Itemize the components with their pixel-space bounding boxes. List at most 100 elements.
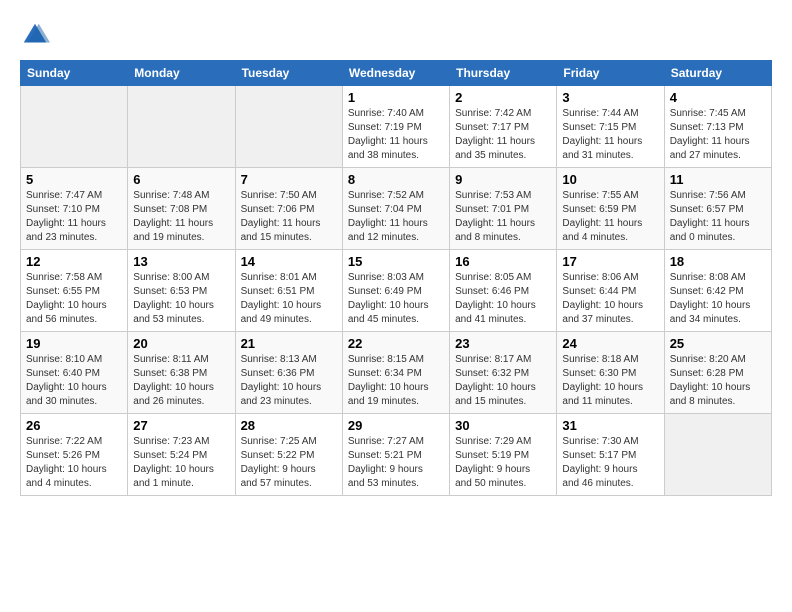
day-number: 15 xyxy=(348,254,444,269)
day-number: 11 xyxy=(670,172,766,187)
calendar-cell: 3 Sunrise: 7:44 AM Sunset: 7:15 PM Daylig… xyxy=(557,86,664,168)
weekday-saturday: Saturday xyxy=(664,61,771,86)
day-number: 18 xyxy=(670,254,766,269)
day-number: 22 xyxy=(348,336,444,351)
day-info: Sunrise: 8:11 AM Sunset: 6:38 PM Dayligh… xyxy=(133,353,229,409)
calendar-cell: 28 Sunrise: 7:25 AM Sunset: 5:22 PM Dayli… xyxy=(235,414,342,496)
day-info: Sunrise: 7:45 AM Sunset: 7:13 PM Dayligh… xyxy=(670,107,766,163)
calendar-cell: 18Sunrise: 8:08 AM Sunset: 6:42 PM Dayli… xyxy=(664,250,771,332)
day-number: 25 xyxy=(670,336,766,351)
calendar-cell: 2 Sunrise: 7:42 AM Sunset: 7:17 PM Daylig… xyxy=(450,86,557,168)
day-number: 28 xyxy=(241,418,337,433)
day-number: 20 xyxy=(133,336,229,351)
day-number: 3 xyxy=(562,90,658,105)
day-number: 14 xyxy=(241,254,337,269)
calendar-cell: 24 Sunrise: 8:18 AM Sunset: 6:30 PM Dayli… xyxy=(557,332,664,414)
day-info: Sunrise: 8:00 AM Sunset: 6:53 PM Dayligh… xyxy=(133,271,229,327)
weekday-header: SundayMondayTuesdayWednesdayThursdayFrid… xyxy=(21,61,772,86)
day-number: 12 xyxy=(26,254,122,269)
day-info: Sunrise: 7:23 AM Sunset: 5:24 PM Dayligh… xyxy=(133,435,229,491)
day-number: 2 xyxy=(455,90,551,105)
day-number: 23 xyxy=(455,336,551,351)
calendar-cell: 14 Sunrise: 8:01 AM Sunset: 6:51 PM Dayli… xyxy=(235,250,342,332)
weekday-monday: Monday xyxy=(128,61,235,86)
weekday-tuesday: Tuesday xyxy=(235,61,342,86)
calendar-cell: 30Sunrise: 7:29 AM Sunset: 5:19 PM Dayli… xyxy=(450,414,557,496)
calendar-cell: 15 Sunrise: 8:03 AM Sunset: 6:49 PM Dayli… xyxy=(342,250,449,332)
day-number: 16 xyxy=(455,254,551,269)
calendar-cell: 6 Sunrise: 7:48 AM Sunset: 7:08 PM Daylig… xyxy=(128,168,235,250)
calendar-week-2: 5 Sunrise: 7:47 AM Sunset: 7:10 PM Daylig… xyxy=(21,168,772,250)
day-info: Sunrise: 8:05 AM Sunset: 6:46 PM Dayligh… xyxy=(455,271,551,327)
day-number: 5 xyxy=(26,172,122,187)
calendar-cell: 1 Sunrise: 7:40 AM Sunset: 7:19 PM Daylig… xyxy=(342,86,449,168)
day-info: Sunrise: 8:20 AM Sunset: 6:28 PM Dayligh… xyxy=(670,353,766,409)
day-info: Sunrise: 8:10 AM Sunset: 6:40 PM Dayligh… xyxy=(26,353,122,409)
calendar-cell: 8Sunrise: 7:52 AM Sunset: 7:04 PM Daylig… xyxy=(342,168,449,250)
day-info: Sunrise: 7:55 AM Sunset: 6:59 PM Dayligh… xyxy=(562,189,658,245)
calendar-cell: 10 Sunrise: 7:55 AM Sunset: 6:59 PM Dayli… xyxy=(557,168,664,250)
day-info: Sunrise: 7:42 AM Sunset: 7:17 PM Dayligh… xyxy=(455,107,551,163)
calendar-cell: 23 Sunrise: 8:17 AM Sunset: 6:32 PM Dayli… xyxy=(450,332,557,414)
day-number: 27 xyxy=(133,418,229,433)
day-info: Sunrise: 7:44 AM Sunset: 7:15 PM Dayligh… xyxy=(562,107,658,163)
day-info: Sunrise: 7:29 AM Sunset: 5:19 PM Dayligh… xyxy=(455,435,551,491)
calendar-cell: 7Sunrise: 7:50 AM Sunset: 7:06 PM Daylig… xyxy=(235,168,342,250)
calendar-cell: 4 Sunrise: 7:45 AM Sunset: 7:13 PM Daylig… xyxy=(664,86,771,168)
day-number: 17 xyxy=(562,254,658,269)
day-number: 26 xyxy=(26,418,122,433)
calendar-cell xyxy=(21,86,128,168)
day-info: Sunrise: 8:13 AM Sunset: 6:36 PM Dayligh… xyxy=(241,353,337,409)
calendar-cell: 19Sunrise: 8:10 AM Sunset: 6:40 PM Dayli… xyxy=(21,332,128,414)
calendar-cell: 25 Sunrise: 8:20 AM Sunset: 6:28 PM Dayli… xyxy=(664,332,771,414)
day-info: Sunrise: 7:25 AM Sunset: 5:22 PM Dayligh… xyxy=(241,435,337,491)
calendar-cell xyxy=(235,86,342,168)
calendar-cell: 17 Sunrise: 8:06 AM Sunset: 6:44 PM Dayli… xyxy=(557,250,664,332)
calendar-cell: 31Sunrise: 7:30 AM Sunset: 5:17 PM Dayli… xyxy=(557,414,664,496)
day-info: Sunrise: 7:56 AM Sunset: 6:57 PM Dayligh… xyxy=(670,189,766,245)
day-number: 6 xyxy=(133,172,229,187)
day-info: Sunrise: 7:53 AM Sunset: 7:01 PM Dayligh… xyxy=(455,189,551,245)
day-info: Sunrise: 7:50 AM Sunset: 7:06 PM Dayligh… xyxy=(241,189,337,245)
day-number: 21 xyxy=(241,336,337,351)
day-info: Sunrise: 7:58 AM Sunset: 6:55 PM Dayligh… xyxy=(26,271,122,327)
calendar-week-4: 19Sunrise: 8:10 AM Sunset: 6:40 PM Dayli… xyxy=(21,332,772,414)
day-number: 4 xyxy=(670,90,766,105)
calendar-cell: 26 Sunrise: 7:22 AM Sunset: 5:26 PM Dayli… xyxy=(21,414,128,496)
day-info: Sunrise: 7:40 AM Sunset: 7:19 PM Dayligh… xyxy=(348,107,444,163)
day-info: Sunrise: 7:48 AM Sunset: 7:08 PM Dayligh… xyxy=(133,189,229,245)
weekday-wednesday: Wednesday xyxy=(342,61,449,86)
calendar-table: SundayMondayTuesdayWednesdayThursdayFrid… xyxy=(20,60,772,496)
day-info: Sunrise: 8:01 AM Sunset: 6:51 PM Dayligh… xyxy=(241,271,337,327)
calendar-cell xyxy=(664,414,771,496)
weekday-friday: Friday xyxy=(557,61,664,86)
day-info: Sunrise: 8:17 AM Sunset: 6:32 PM Dayligh… xyxy=(455,353,551,409)
calendar-cell: 12 Sunrise: 7:58 AM Sunset: 6:55 PM Dayli… xyxy=(21,250,128,332)
day-number: 8 xyxy=(348,172,444,187)
day-info: Sunrise: 8:06 AM Sunset: 6:44 PM Dayligh… xyxy=(562,271,658,327)
calendar-cell: 13 Sunrise: 8:00 AM Sunset: 6:53 PM Dayli… xyxy=(128,250,235,332)
calendar-cell: 21 Sunrise: 8:13 AM Sunset: 6:36 PM Dayli… xyxy=(235,332,342,414)
calendar-cell: 9 Sunrise: 7:53 AM Sunset: 7:01 PM Daylig… xyxy=(450,168,557,250)
day-number: 13 xyxy=(133,254,229,269)
day-number: 24 xyxy=(562,336,658,351)
calendar-cell: 20 Sunrise: 8:11 AM Sunset: 6:38 PM Dayli… xyxy=(128,332,235,414)
calendar-cell: 29Sunrise: 7:27 AM Sunset: 5:21 PM Dayli… xyxy=(342,414,449,496)
day-info: Sunrise: 8:03 AM Sunset: 6:49 PM Dayligh… xyxy=(348,271,444,327)
logo xyxy=(20,20,54,50)
calendar-week-5: 26 Sunrise: 7:22 AM Sunset: 5:26 PM Dayli… xyxy=(21,414,772,496)
day-info: Sunrise: 7:22 AM Sunset: 5:26 PM Dayligh… xyxy=(26,435,122,491)
day-number: 1 xyxy=(348,90,444,105)
calendar-body: 1 Sunrise: 7:40 AM Sunset: 7:19 PM Daylig… xyxy=(21,86,772,496)
day-info: Sunrise: 7:27 AM Sunset: 5:21 PM Dayligh… xyxy=(348,435,444,491)
day-number: 9 xyxy=(455,172,551,187)
day-number: 10 xyxy=(562,172,658,187)
calendar-week-1: 1 Sunrise: 7:40 AM Sunset: 7:19 PM Daylig… xyxy=(21,86,772,168)
calendar-cell: 27 Sunrise: 7:23 AM Sunset: 5:24 PM Dayli… xyxy=(128,414,235,496)
day-info: Sunrise: 7:47 AM Sunset: 7:10 PM Dayligh… xyxy=(26,189,122,245)
weekday-sunday: Sunday xyxy=(21,61,128,86)
calendar-cell: 22 Sunrise: 8:15 AM Sunset: 6:34 PM Dayli… xyxy=(342,332,449,414)
day-info: Sunrise: 8:18 AM Sunset: 6:30 PM Dayligh… xyxy=(562,353,658,409)
day-info: Sunrise: 8:15 AM Sunset: 6:34 PM Dayligh… xyxy=(348,353,444,409)
weekday-thursday: Thursday xyxy=(450,61,557,86)
